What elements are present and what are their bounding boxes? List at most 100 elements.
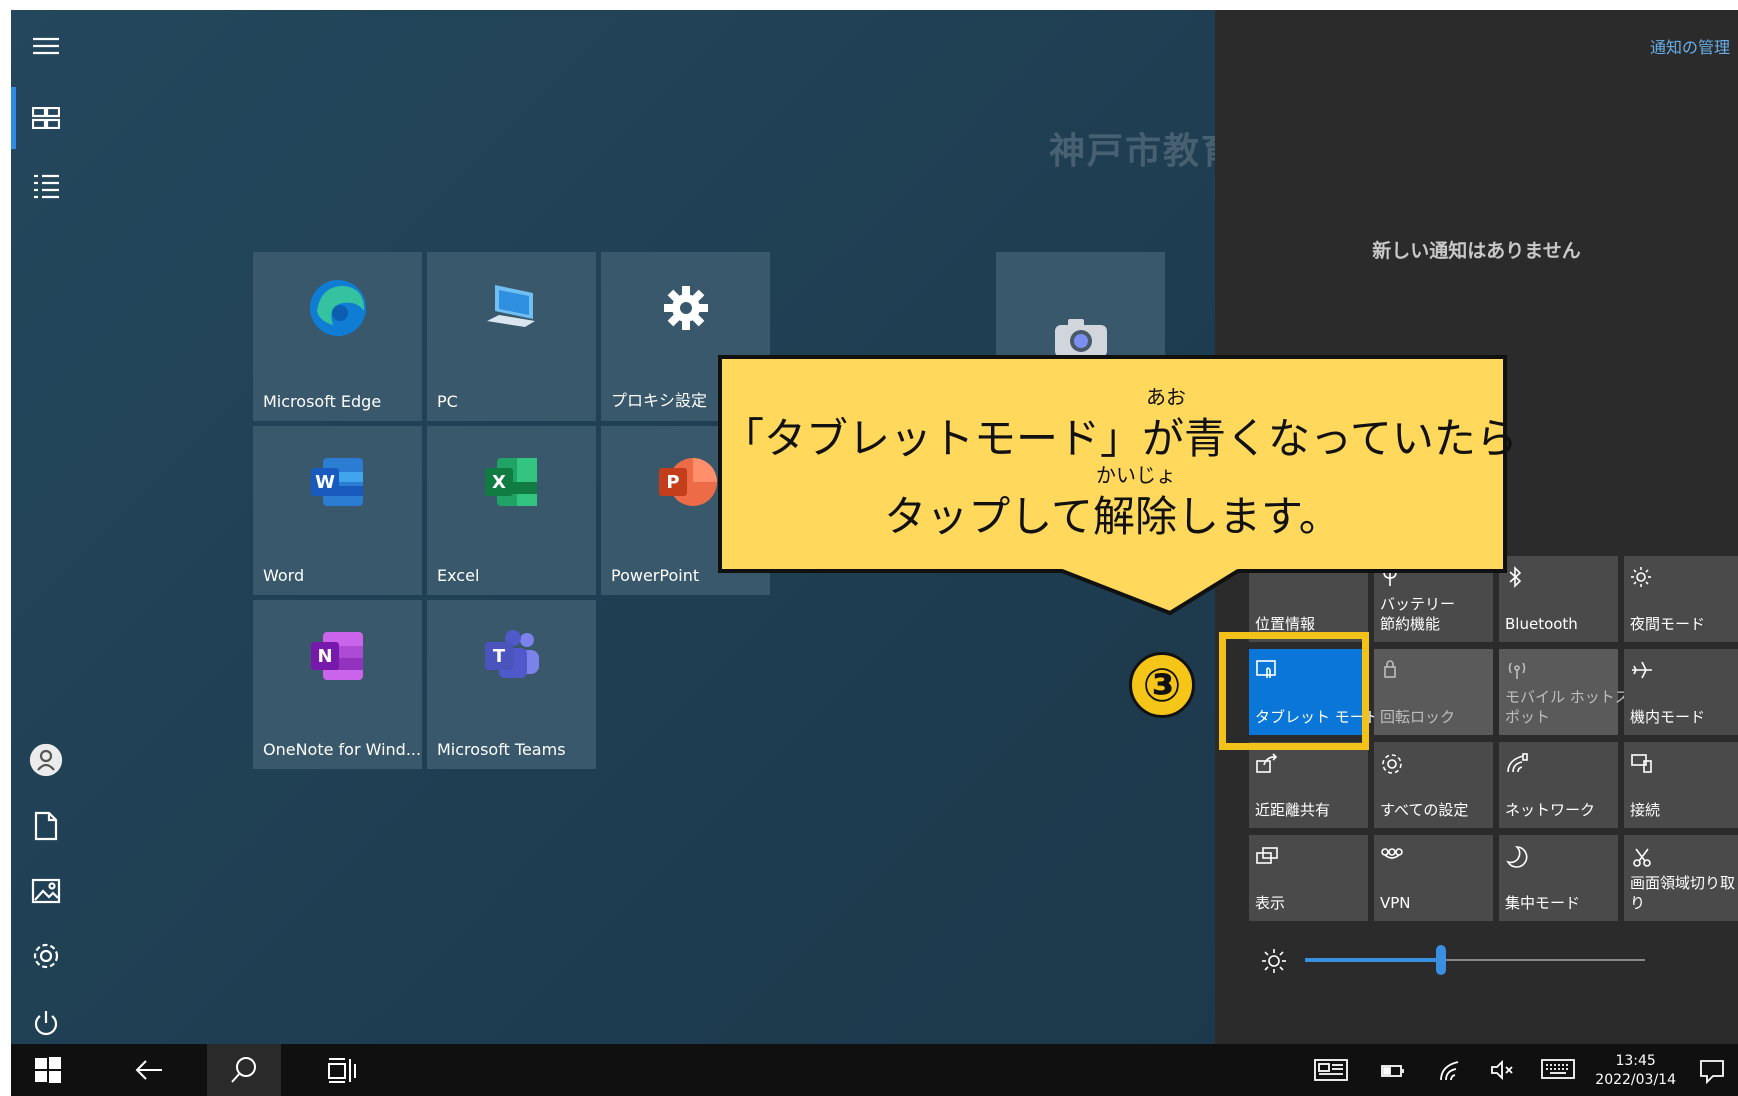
quick-action-screen-snip[interactable]: 画面領域切り取り bbox=[1624, 835, 1738, 921]
document-icon bbox=[34, 811, 58, 841]
tile-onenote[interactable]: N OneNote for Wind... bbox=[253, 600, 422, 769]
edge-icon bbox=[307, 277, 369, 343]
windows-logo-icon bbox=[35, 1057, 61, 1083]
nearby-sharing-icon bbox=[1255, 752, 1279, 778]
settings-button[interactable] bbox=[11, 928, 81, 984]
svg-text:W: W bbox=[315, 472, 335, 493]
airplane-icon bbox=[1630, 659, 1654, 685]
quick-action-network[interactable]: ネットワーク bbox=[1499, 742, 1618, 828]
keyboard-icon[interactable] bbox=[1541, 1058, 1575, 1084]
quick-action-focus-assist[interactable]: 集中モード bbox=[1499, 835, 1618, 921]
brightness-slider-fill bbox=[1305, 958, 1441, 962]
pictures-icon bbox=[31, 878, 61, 904]
documents-button[interactable] bbox=[11, 798, 81, 854]
brightness-slider-thumb[interactable] bbox=[1436, 945, 1446, 975]
onenote-icon: N bbox=[307, 628, 369, 688]
manage-notifications-link[interactable]: 通知の管理 bbox=[1650, 34, 1730, 58]
quick-action-connect[interactable]: 接続 bbox=[1624, 742, 1738, 828]
task-view-button[interactable] bbox=[305, 1044, 379, 1096]
tile-pc[interactable]: PC bbox=[427, 252, 596, 421]
quick-action-label: 表示 bbox=[1255, 894, 1286, 912]
bluetooth-icon bbox=[1505, 566, 1525, 592]
clock-date: 2022/03/14 bbox=[1595, 1072, 1676, 1088]
pictures-button[interactable] bbox=[11, 863, 81, 919]
notifications-icon[interactable] bbox=[1699, 1058, 1725, 1088]
quick-action-all-settings[interactable]: すべての設定 bbox=[1374, 742, 1493, 828]
tile-label: OneNote for Wind... bbox=[263, 740, 422, 759]
quick-action-label: 画面領域切り取り bbox=[1630, 874, 1736, 912]
taskbar-clock[interactable]: 13:45 2022/03/14 bbox=[1595, 1052, 1676, 1090]
wifi-icon[interactable] bbox=[1438, 1058, 1462, 1086]
vpn-icon bbox=[1380, 845, 1404, 871]
tile-label: Microsoft Edge bbox=[263, 392, 382, 411]
quick-action-label: 回転ロック bbox=[1380, 708, 1456, 726]
quick-action-label: すべての設定 bbox=[1380, 801, 1469, 819]
tile-label: PowerPoint bbox=[611, 566, 700, 585]
tile-label: プロキシ設定 bbox=[611, 391, 708, 410]
quick-action-bluetooth[interactable]: Bluetooth bbox=[1499, 556, 1618, 642]
tile-label: Excel bbox=[437, 566, 480, 585]
pc-icon bbox=[481, 281, 543, 339]
project-display-icon bbox=[1255, 845, 1279, 871]
moon-icon bbox=[1505, 845, 1529, 873]
settings-gear-icon bbox=[1380, 752, 1404, 780]
quick-action-label: ネットワーク bbox=[1505, 801, 1596, 819]
quick-action-mobile-hotspot[interactable]: モバイル ホットス ポット bbox=[1499, 649, 1630, 735]
quick-action-rotation-lock[interactable]: 回転ロック bbox=[1374, 649, 1493, 735]
word-icon: W bbox=[307, 454, 369, 514]
all-apps-button[interactable] bbox=[11, 158, 81, 214]
quick-action-label: Bluetooth bbox=[1505, 615, 1578, 633]
user-account-button[interactable] bbox=[11, 732, 81, 788]
back-button[interactable] bbox=[112, 1044, 186, 1096]
search-button[interactable] bbox=[207, 1044, 281, 1096]
quick-action-label: VPN bbox=[1380, 894, 1411, 912]
instruction-callout: あお 「タブレットモード」が青くなっていたら かいじょ タップして解除します。 bbox=[718, 355, 1518, 573]
rotation-lock-icon bbox=[1380, 659, 1400, 685]
tile-microsoft-edge[interactable]: Microsoft Edge bbox=[253, 252, 422, 421]
quick-action-night-light[interactable]: 夜間モード bbox=[1624, 556, 1738, 642]
start-left-rail bbox=[11, 10, 81, 1044]
night-light-icon bbox=[1630, 566, 1652, 592]
brightness-control bbox=[1245, 940, 1655, 980]
svg-text:X: X bbox=[492, 472, 506, 493]
tile-word[interactable]: W Word bbox=[253, 426, 422, 595]
settings-icon bbox=[33, 943, 59, 969]
pinned-tiles-button[interactable] bbox=[11, 90, 81, 146]
tile-camera[interactable] bbox=[996, 252, 1165, 362]
quick-action-label: 機内モード bbox=[1630, 708, 1706, 726]
hamburger-icon bbox=[33, 37, 59, 55]
quick-action-airplane-mode[interactable]: 機内モード bbox=[1624, 649, 1738, 735]
tile-excel[interactable]: X Excel bbox=[427, 426, 596, 595]
tile-label: Microsoft Teams bbox=[437, 740, 566, 759]
gear-icon bbox=[661, 283, 711, 337]
quick-action-nearby-sharing[interactable]: 近距離共有 bbox=[1249, 742, 1368, 828]
news-interests-icon[interactable] bbox=[1314, 1058, 1348, 1086]
clock-time: 13:45 bbox=[1615, 1053, 1656, 1069]
quick-action-label: モバイル ホットス ポット bbox=[1505, 688, 1630, 726]
background-watermark: 神戸市教育 bbox=[1049, 131, 1240, 172]
power-button[interactable] bbox=[11, 995, 81, 1051]
mobile-hotspot-icon bbox=[1505, 659, 1529, 685]
quick-action-vpn[interactable]: VPN bbox=[1374, 835, 1493, 921]
search-icon bbox=[231, 1057, 256, 1083]
volume-muted-icon[interactable] bbox=[1489, 1058, 1515, 1086]
svg-text:P: P bbox=[666, 472, 679, 493]
powerpoint-icon: P bbox=[655, 454, 717, 514]
taskbar: 13:45 2022/03/14 bbox=[11, 1044, 1738, 1096]
battery-icon[interactable] bbox=[1381, 1063, 1405, 1082]
back-arrow-icon bbox=[135, 1060, 162, 1080]
hamburger-menu-button[interactable] bbox=[11, 18, 81, 74]
no-notifications-message: 新しい通知はありません bbox=[1372, 240, 1581, 262]
task-view-icon bbox=[328, 1058, 356, 1083]
quick-action-project[interactable]: 表示 bbox=[1249, 835, 1368, 921]
quick-action-label: 位置情報 bbox=[1255, 615, 1316, 633]
list-icon bbox=[34, 174, 59, 199]
screen-snip-icon bbox=[1630, 845, 1654, 873]
quick-action-label: 集中モード bbox=[1505, 894, 1581, 912]
excel-icon: X bbox=[481, 454, 543, 514]
tile-microsoft-teams[interactable]: T Microsoft Teams bbox=[427, 600, 596, 769]
power-icon bbox=[34, 1011, 58, 1036]
callout-pointer bbox=[1061, 569, 1240, 616]
start-button[interactable] bbox=[11, 1044, 85, 1096]
brightness-icon bbox=[1261, 948, 1287, 978]
